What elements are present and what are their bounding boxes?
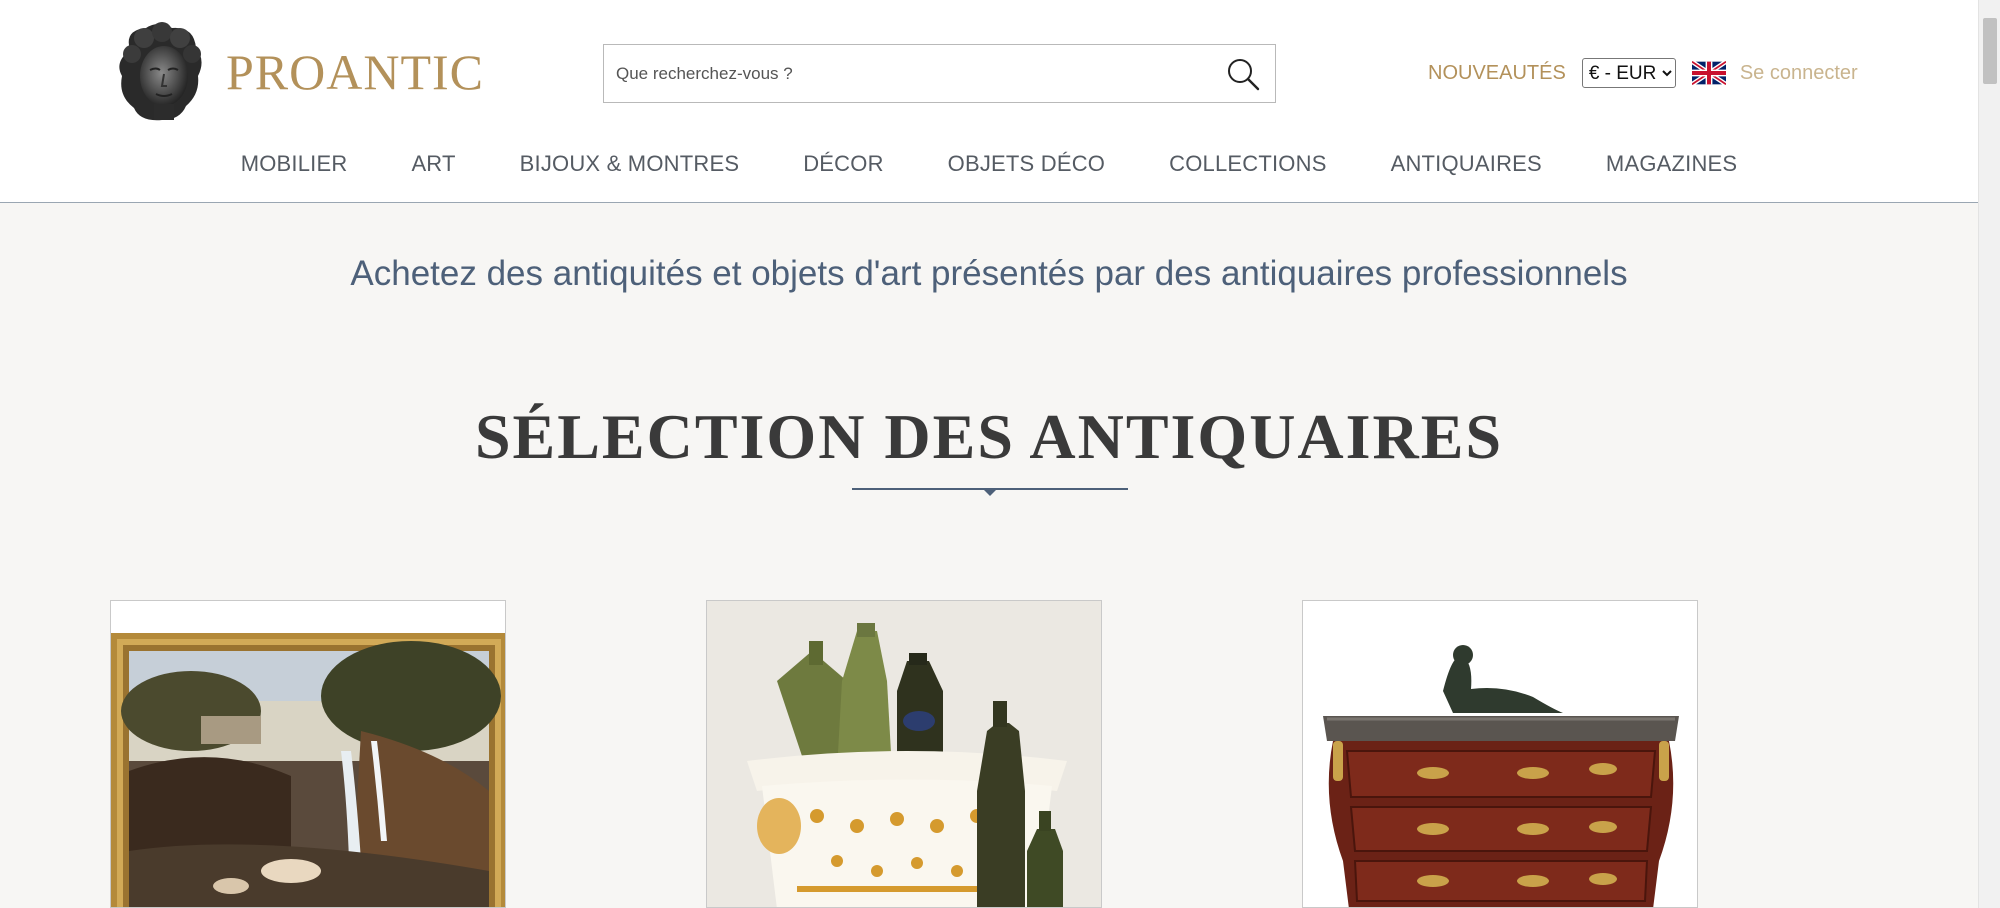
nav-item-objets-deco[interactable]: OBJETS DÉCO <box>948 151 1105 177</box>
login-link[interactable]: Se connecter <box>1740 62 1858 85</box>
search-box <box>603 44 1276 103</box>
currency-select[interactable]: € - EUR <box>1581 58 1676 88</box>
sculpted-head-logo-icon <box>110 20 208 124</box>
product-card[interactable] <box>706 600 1102 908</box>
nouveautes-link[interactable]: NOUVEAUTÉS <box>1428 62 1566 85</box>
product-card[interactable] <box>1302 600 1698 908</box>
search-icon[interactable] <box>1225 56 1261 92</box>
scrollbar-thumb[interactable] <box>1983 18 1997 84</box>
page-scrollbar[interactable] <box>1978 0 2000 908</box>
nav-item-decor[interactable]: DÉCOR <box>803 151 883 177</box>
title-divider <box>852 487 1128 501</box>
nav-item-art[interactable]: ART <box>411 151 455 177</box>
nav-item-collections[interactable]: COLLECTIONS <box>1169 151 1326 177</box>
faience-wine-cooler-bottles-image <box>707 601 1101 907</box>
nav-item-mobilier[interactable]: MOBILIER <box>241 151 348 177</box>
site-header: PROANTIC NOUVEAUTÉS € - EUR Se connecter <box>0 0 1978 203</box>
framed-landscape-painting-image <box>111 601 505 907</box>
louis-xv-commode-bronze-image <box>1303 601 1697 907</box>
nav-item-antiquaires[interactable]: ANTIQUAIRES <box>1391 151 1542 177</box>
main-nav: MOBILIER ART BIJOUX & MONTRES DÉCOR OBJE… <box>0 140 1978 188</box>
search-input[interactable] <box>604 45 1204 102</box>
product-card[interactable] <box>110 600 506 908</box>
uk-flag-icon[interactable] <box>1690 59 1728 87</box>
header-utilities: NOUVEAUTÉS € - EUR Se connecter <box>1428 56 1858 90</box>
section-title: SÉLECTION DES ANTIQUAIRES <box>474 401 1504 472</box>
nav-item-magazines[interactable]: MAGAZINES <box>1606 151 1737 177</box>
brand-name: PROANTIC <box>226 44 485 100</box>
site-tagline: Achetez des antiquités et objets d'art p… <box>350 254 1628 293</box>
brand-logo[interactable]: PROANTIC <box>110 20 483 124</box>
nav-item-bijoux-montres[interactable]: BIJOUX & MONTRES <box>520 151 740 177</box>
